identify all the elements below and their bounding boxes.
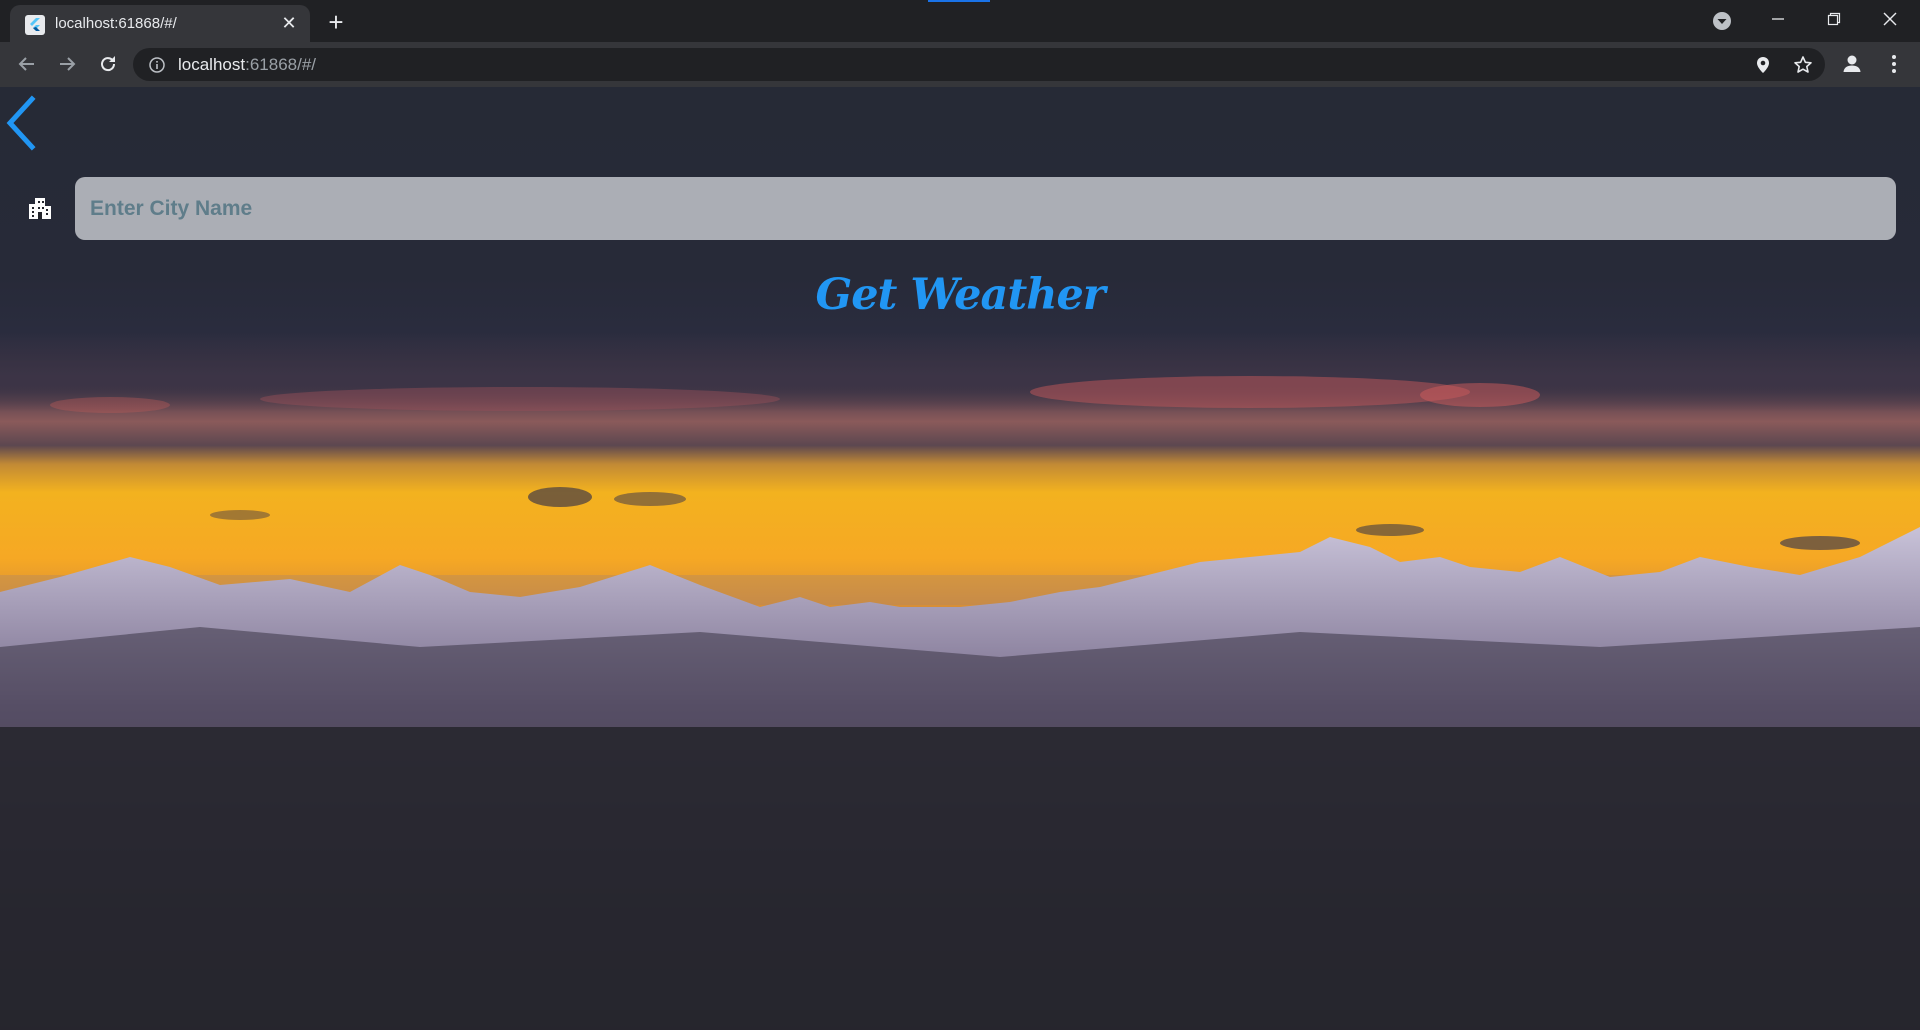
arrow-left-icon bbox=[18, 57, 34, 71]
browser-window: localhost:61868/#/ ✕ + localhost:61868/#… bbox=[0, 0, 1920, 1030]
flutter-icon bbox=[25, 15, 45, 35]
info-icon[interactable] bbox=[148, 56, 166, 74]
close-icon bbox=[1883, 12, 1897, 26]
tab-title: localhost:61868/#/ bbox=[55, 15, 177, 32]
url-host: localhost bbox=[178, 55, 246, 74]
reload-button[interactable] bbox=[94, 50, 122, 78]
tab-strip: localhost:61868/#/ ✕ + bbox=[0, 0, 1920, 42]
get-weather-button[interactable]: Get Weather bbox=[760, 265, 1160, 325]
new-tab-button[interactable]: + bbox=[322, 9, 350, 37]
browser-tab[interactable]: localhost:61868/#/ ✕ bbox=[10, 5, 310, 42]
browser-forward-button[interactable] bbox=[53, 50, 81, 78]
tab-search-icon[interactable] bbox=[1710, 9, 1734, 33]
browser-menu-button[interactable] bbox=[1880, 50, 1908, 78]
url-text[interactable]: localhost:61868/#/ bbox=[178, 55, 316, 75]
location-city-icon bbox=[29, 198, 51, 219]
drag-indicator bbox=[928, 0, 990, 2]
restore-button[interactable] bbox=[1806, 0, 1862, 38]
city-name-input[interactable] bbox=[75, 177, 1896, 240]
browser-back-button[interactable] bbox=[13, 50, 41, 78]
address-bar[interactable]: localhost:61868/#/ bbox=[133, 48, 1825, 81]
app-back-button[interactable] bbox=[2, 95, 38, 151]
restore-icon bbox=[1827, 12, 1841, 26]
arrow-right-icon bbox=[60, 57, 76, 71]
tab-close-icon[interactable]: ✕ bbox=[278, 12, 300, 34]
bookmark-star-icon[interactable] bbox=[1793, 55, 1813, 75]
minimize-icon bbox=[1772, 18, 1784, 20]
profile-button[interactable] bbox=[1838, 50, 1866, 78]
minimize-button[interactable] bbox=[1750, 0, 1806, 38]
more-vertical-icon bbox=[1892, 55, 1896, 73]
close-window-button[interactable] bbox=[1862, 0, 1918, 38]
url-path: :61868/#/ bbox=[245, 55, 317, 74]
person-icon bbox=[1843, 55, 1861, 72]
browser-toolbar: localhost:61868/#/ bbox=[0, 42, 1920, 87]
app-viewport: Get Weather bbox=[0, 87, 1920, 1030]
location-pin-icon[interactable] bbox=[1753, 55, 1773, 75]
reload-icon bbox=[101, 56, 116, 72]
